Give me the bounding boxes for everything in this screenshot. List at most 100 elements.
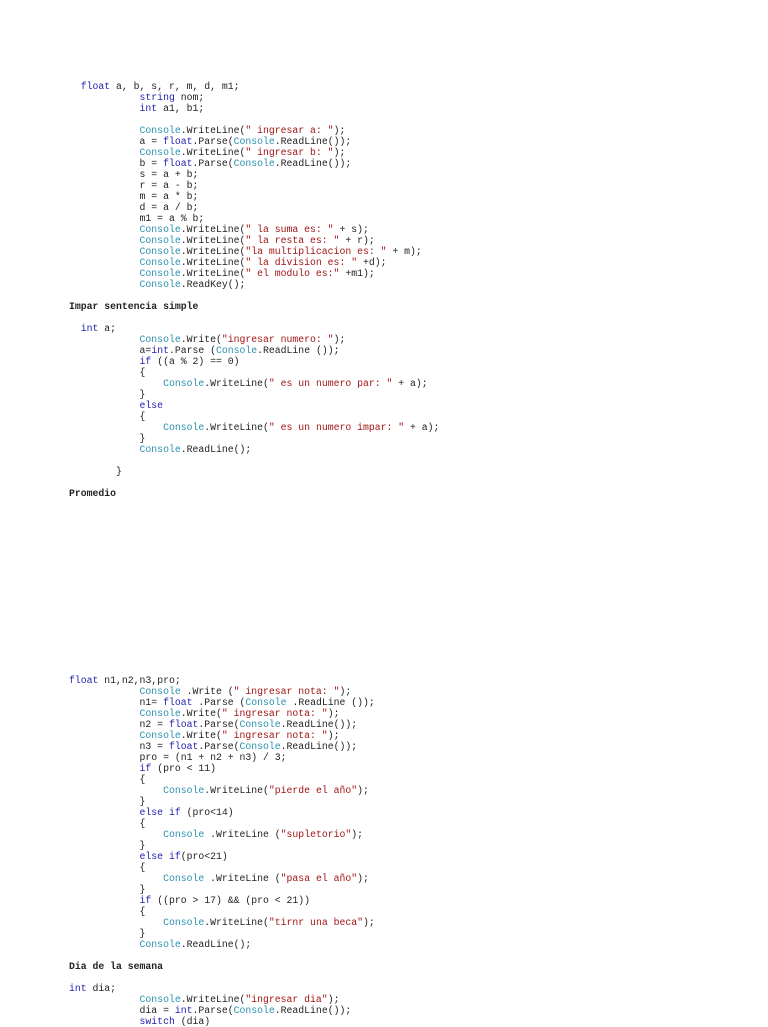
code-line: Console.WriteLine(" la division es: " +d… <box>69 257 439 268</box>
code-line: } <box>69 389 439 400</box>
code-text: +m1); <box>339 268 375 279</box>
code-line: s = a + b; <box>69 169 439 180</box>
code-text: .ReadLine(); <box>180 444 252 455</box>
code-text: .Write( <box>180 708 222 719</box>
code-class-name: Console <box>69 994 181 1005</box>
code-line: int dia; <box>69 983 439 994</box>
code-line: switch (dia) <box>69 1016 439 1027</box>
code-line: a = float.Parse(Console.ReadLine()); <box>69 136 439 147</box>
code-line: Console.WriteLine(" la suma es: " + s); <box>69 224 439 235</box>
code-line: { <box>69 862 439 873</box>
code-text: a= <box>69 345 152 356</box>
code-line: else if(pro<21) <box>69 851 439 862</box>
code-text: .Parse( <box>192 136 234 147</box>
code-line: } <box>69 796 439 807</box>
code-text: .WriteLine( <box>180 224 246 235</box>
heading-text: Dia de la semana <box>69 961 164 972</box>
section-heading: Promedio <box>69 488 439 499</box>
code-keyword: else if <box>69 851 181 862</box>
code-text: .ReadLine()); <box>274 1005 352 1016</box>
code-keyword: float <box>163 136 193 147</box>
code-keyword: float <box>163 158 193 169</box>
code-text: .WriteLine( <box>204 422 269 433</box>
code-text: r = a - b; <box>69 180 199 191</box>
code-text: (pro < 11) <box>151 763 216 774</box>
code-text: .WriteLine( <box>204 378 269 389</box>
code-text: .ReadLine ()); <box>257 345 340 356</box>
code-line: string nom; <box>69 92 439 103</box>
code-line: Console.ReadLine(); <box>69 939 439 950</box>
code-text: a1, b1; <box>157 103 205 114</box>
code-text: { <box>69 367 146 378</box>
code-class-name: Console <box>233 158 275 169</box>
code-text: .WriteLine( <box>180 235 246 246</box>
code-text: .WriteLine( <box>204 917 269 928</box>
code-line: float a, b, s, r, m, d, m1; <box>69 81 439 92</box>
code-class-name: Console <box>69 785 205 796</box>
code-text: d = a / b; <box>69 202 199 213</box>
code-text: dia = <box>69 1005 175 1016</box>
code-text: b = <box>69 158 164 169</box>
code-text: n3 = <box>69 741 169 752</box>
code-class-name: Console <box>69 939 181 950</box>
code-text: .WriteLine( <box>180 147 246 158</box>
code-text: ((pro > 17) && (pro < 21)) <box>151 895 311 906</box>
code-text: } <box>69 466 122 477</box>
code-class-name: Console <box>69 235 181 246</box>
code-line: a=int.Parse (Console.ReadLine ()); <box>69 345 439 356</box>
code-text: ); <box>357 785 369 796</box>
code-keyword: int <box>69 323 99 334</box>
code-class-name: Console <box>239 741 281 752</box>
section-heading: Impar sentencia simple <box>69 301 439 312</box>
code-text: .ReadLine()); <box>280 741 358 752</box>
code-text: ); <box>357 873 369 884</box>
code-line: Console .WriteLine ("supletorio"); <box>69 829 439 840</box>
code-text: .Parse( <box>198 741 240 752</box>
code-text: .WriteLine( <box>180 246 246 257</box>
code-text: ); <box>362 917 375 928</box>
code-text: } <box>69 840 146 851</box>
code-text: +d); <box>357 257 387 268</box>
code-text: .WriteLine ( <box>204 873 281 884</box>
code-keyword: string <box>69 92 175 103</box>
code-text: ); <box>327 994 340 1005</box>
code-class-name: Console <box>69 422 205 433</box>
code-class-name: Console <box>233 136 275 147</box>
code-line: } <box>69 928 439 939</box>
code-text: n1= <box>69 697 164 708</box>
code-text: { <box>69 818 146 829</box>
code-keyword: int <box>151 345 169 356</box>
code-text: ); <box>333 147 346 158</box>
code-class-name: Console <box>69 279 181 290</box>
code-line: } <box>69 433 439 444</box>
code-class-name: Console <box>233 1005 275 1016</box>
code-class-name: Console <box>69 917 205 928</box>
code-text: ); <box>333 334 346 345</box>
code-line: if ((a % 2) == 0) <box>69 356 439 367</box>
code-line: Console.ReadKey(); <box>69 279 439 290</box>
code-text: } <box>69 884 146 895</box>
section-heading: Dia de la semana <box>69 961 439 972</box>
code-line: int a; <box>69 323 439 334</box>
code-text: nom; <box>174 92 205 103</box>
code-line: { <box>69 411 439 422</box>
code-text: (pro<14) <box>180 807 234 818</box>
code-line: pro = (n1 + n2 + n3) / 3; <box>69 752 439 763</box>
code-text: a, b, s, r, m, d, m1; <box>110 81 240 92</box>
code-line: n3 = float.Parse(Console.ReadLine()); <box>69 741 439 752</box>
code-line: if ((pro > 17) && (pro < 21)) <box>69 895 439 906</box>
code-class-name: Console <box>69 334 181 345</box>
code-text: .ReadLine(); <box>180 939 252 950</box>
code-line: } <box>69 884 439 895</box>
code-string: " la suma es: " <box>245 224 334 235</box>
code-line: { <box>69 367 439 378</box>
